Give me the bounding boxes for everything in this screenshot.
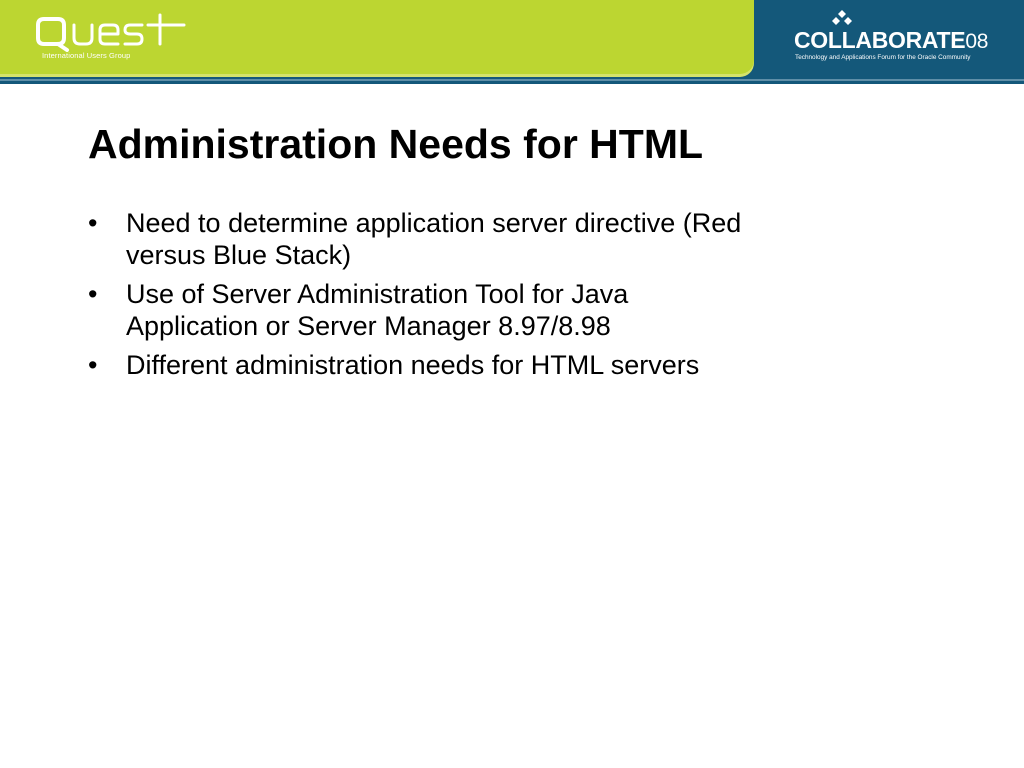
bullet-text-line-1: Use of Server Administration Tool for Ja… bbox=[126, 279, 629, 309]
bullet-marker: • bbox=[88, 279, 98, 309]
quest-logo-icon bbox=[36, 13, 186, 52]
slide-header: International Users Group COLLABORATE08 … bbox=[0, 0, 1024, 84]
slide-title: Administration Needs for HTML bbox=[88, 121, 704, 167]
collaborate-tagline: Technology and Applications Forum for th… bbox=[795, 54, 971, 61]
collaborate-wordmark: COLLABORATE08 bbox=[794, 26, 988, 56]
bullet-item-3: • Different administration needs for HTM… bbox=[86, 349, 926, 381]
bullet-list: • Need to determine application server d… bbox=[86, 207, 926, 388]
bullet-marker: • bbox=[88, 350, 98, 380]
collaborate-year: 08 bbox=[965, 30, 989, 53]
bullet-text-line-2: Application or Server Manager 8.97/8.98 bbox=[126, 311, 611, 341]
bullet-text-line-1: Need to determine application server dir… bbox=[126, 208, 742, 238]
quest-tagline: International Users Group bbox=[42, 51, 131, 60]
bullet-item-2: • Use of Server Administration Tool for … bbox=[86, 278, 926, 342]
header-divider bbox=[0, 79, 1024, 81]
bullet-text-line-2: versus Blue Stack) bbox=[126, 240, 352, 270]
collaborate-name: COLLABORATE bbox=[794, 27, 966, 53]
bullet-item-1: • Need to determine application server d… bbox=[86, 207, 926, 271]
bullet-text-line-1: Different administration needs for HTML … bbox=[126, 350, 700, 380]
collaborate-logo: COLLABORATE08 Technology and Application… bbox=[794, 10, 1004, 70]
bullet-marker: • bbox=[88, 208, 98, 238]
